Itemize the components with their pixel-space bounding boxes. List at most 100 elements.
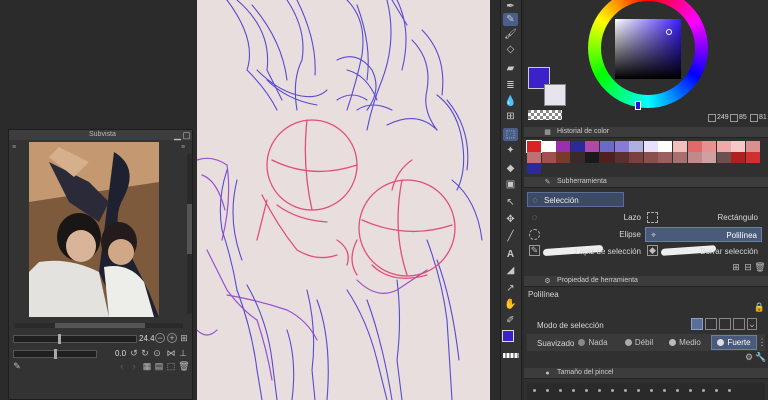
sub-color-box[interactable]	[544, 84, 566, 106]
more-options-icon[interactable]: ⋮	[758, 338, 767, 347]
prev-image-icon[interactable]: ‹	[117, 361, 127, 371]
smoothing-none[interactable]: Nada	[576, 336, 610, 349]
selection-mode-add[interactable]	[705, 318, 717, 330]
eraser-icon[interactable]: ◇	[503, 43, 518, 56]
pen-tool-icon[interactable]: ✎	[503, 13, 518, 26]
eyedropper-tool-icon[interactable]: ✐	[503, 314, 518, 327]
color-history-swatch[interactable]	[702, 141, 717, 152]
color-history-swatch[interactable]	[716, 152, 731, 163]
color-mode-icon[interactable]	[708, 114, 716, 122]
transparent-color-box[interactable]	[528, 110, 562, 120]
color-history-swatch[interactable]	[600, 152, 614, 163]
zoom-slider[interactable]	[13, 334, 137, 344]
color-history-swatch[interactable]	[629, 141, 644, 152]
rotation-slider[interactable]	[13, 349, 97, 359]
color-history-swatch[interactable]	[541, 152, 556, 163]
delete-image-icon[interactable]: 🗑	[178, 361, 189, 371]
color-history-swatch[interactable]	[570, 152, 585, 163]
smoothing-medium[interactable]: Medio	[667, 336, 703, 349]
color-history-swatch[interactable]	[687, 152, 702, 163]
brush-icon[interactable]: 🖌	[503, 28, 518, 41]
color-wheel[interactable]	[588, 0, 708, 110]
color-history-swatch[interactable]	[526, 140, 542, 153]
subvista-menu-icon[interactable]: ≡	[12, 144, 20, 152]
selection-tool-icon[interactable]: ⬚	[503, 128, 518, 141]
zoom-in-icon[interactable]: +	[167, 333, 177, 343]
color-history-swatch[interactable]	[687, 141, 702, 152]
maximize-icon[interactable]: ▢	[182, 130, 191, 140]
brush-size-presets[interactable]	[527, 383, 765, 400]
layer-move-icon[interactable]: ⊞	[503, 110, 518, 123]
frame-icon[interactable]: ◢	[503, 264, 518, 277]
color-history-swatch[interactable]	[658, 141, 673, 152]
property-reset-icon[interactable]: 🔧	[755, 352, 766, 362]
lock-icon[interactable]: 🔒	[754, 303, 765, 312]
saturation-value-square[interactable]	[615, 19, 681, 79]
gradient-fill-icon[interactable]: ▣	[503, 178, 518, 191]
subtool-item-rectangle[interactable]: Rectángulo	[645, 210, 762, 225]
pen-nib-icon[interactable]: ✒	[503, 0, 518, 13]
subvista-scrollbar-h[interactable]	[15, 323, 183, 328]
color-history-swatch[interactable]	[643, 141, 658, 152]
line-icon[interactable]: ╱	[503, 230, 518, 243]
subvista-scrollbar-v[interactable]	[187, 154, 192, 314]
brightness-mode-icon[interactable]	[750, 114, 758, 122]
main-color-swatch[interactable]	[502, 330, 514, 342]
color-history-swatch[interactable]	[556, 141, 571, 152]
color-history-swatch[interactable]	[731, 141, 746, 152]
subtool-item-polyline[interactable]: ⌖ Polilínea	[645, 227, 762, 242]
tool-property-header[interactable]: ⚙ Propiedad de herramienta	[524, 276, 768, 287]
transparent-swatch[interactable]	[503, 353, 519, 358]
color-history-swatch[interactable]	[673, 152, 687, 163]
text-icon[interactable]: A	[503, 248, 518, 261]
color-history-swatch[interactable]	[614, 152, 629, 163]
rotate-right-icon[interactable]: ↻	[140, 348, 150, 358]
color-history-header[interactable]: ▦ Historial de color	[524, 127, 768, 138]
selection-mode-intersect[interactable]	[733, 318, 745, 330]
flip-icon[interactable]: ⋈	[166, 348, 176, 358]
flip-vertical-icon[interactable]: ⊥	[178, 348, 188, 358]
color-history-swatch[interactable]	[585, 141, 600, 152]
subtool-item-lasso[interactable]: ◌ Lazo	[527, 210, 644, 225]
operation-icon[interactable]: ↖	[503, 196, 518, 209]
color-history-swatch[interactable]	[600, 141, 614, 152]
color-history-swatch[interactable]	[527, 152, 541, 163]
color-history-swatch[interactable]	[614, 141, 629, 152]
next-image-icon[interactable]: ›	[129, 361, 139, 371]
ruler-icon[interactable]: ↗	[503, 282, 518, 295]
move-icon[interactable]: ✥	[503, 213, 518, 226]
color-history-swatch[interactable]	[585, 152, 600, 163]
fill-icon[interactable]: ▰	[503, 62, 518, 75]
eyedropper-icon[interactable]: ✎	[12, 361, 22, 371]
subtool-item-selection-pen[interactable]: ✎ Lápiz de selección	[527, 243, 644, 259]
color-history-swatch[interactable]	[541, 141, 556, 152]
import-icon[interactable]: ⬚	[166, 361, 176, 371]
subvista-header[interactable]: Subvista ▁ ▢	[9, 130, 192, 140]
color-history-swatch[interactable]	[570, 141, 585, 152]
brush-size-header[interactable]: ● Tamaño del pincel	[524, 368, 768, 379]
selection-mode-dropdown-icon[interactable]: ⌄	[747, 318, 757, 330]
bucket-icon[interactable]: ◆	[503, 162, 518, 175]
color-history-swatch[interactable]	[556, 152, 571, 163]
selection-mode-new[interactable]	[691, 318, 703, 330]
color-history-swatch[interactable]	[527, 163, 541, 174]
grid-view-icon[interactable]: ▦	[142, 361, 152, 371]
color-history-swatch[interactable]	[731, 152, 746, 163]
reference-image[interactable]	[29, 142, 159, 317]
saturation-mode-icon[interactable]	[730, 114, 738, 122]
add-subtool-icon[interactable]: ⊞	[731, 262, 741, 272]
smoothing-weak[interactable]: Débil	[622, 336, 656, 349]
color-history-swatch[interactable]	[746, 152, 760, 163]
color-history-swatch[interactable]	[716, 141, 731, 152]
selection-mode-subtract[interactable]	[719, 318, 731, 330]
color-history-swatch[interactable]	[643, 152, 658, 163]
minimize-icon[interactable]: ▁	[173, 130, 182, 140]
subvista-menu-icon-right[interactable]: ≡	[181, 144, 189, 152]
blend-icon[interactable]: 💧	[503, 95, 518, 108]
color-history-swatch[interactable]	[673, 141, 687, 152]
rotate-left-icon[interactable]: ↺	[129, 348, 139, 358]
gradient-icon[interactable]: ≣	[503, 79, 518, 92]
zoom-out-icon[interactable]: −	[155, 333, 165, 343]
open-image-icon[interactable]: ▤	[154, 361, 164, 371]
color-history-swatch[interactable]	[658, 152, 673, 163]
